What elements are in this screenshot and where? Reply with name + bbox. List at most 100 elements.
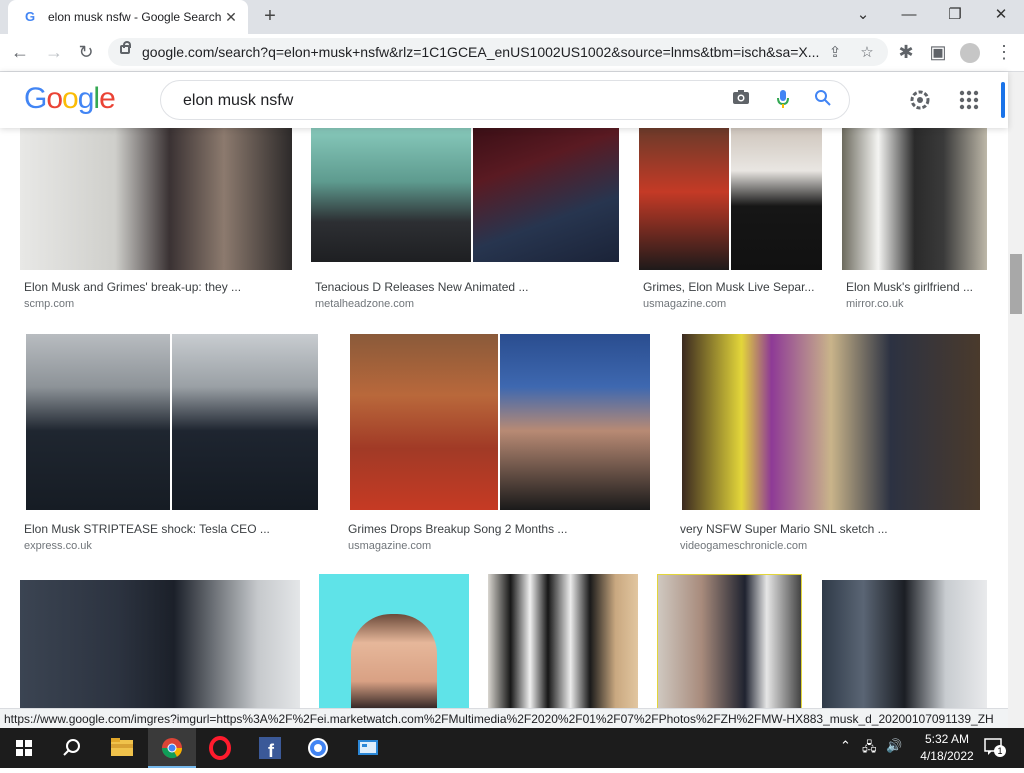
share-icon[interactable]: ⇪ (824, 42, 846, 64)
control-panel-icon[interactable] (344, 728, 392, 768)
search-icon[interactable] (811, 89, 835, 113)
lock-icon (120, 41, 131, 54)
image-result[interactable] (822, 580, 987, 708)
result-caption[interactable]: Tenacious D Releases New Animated ... (315, 280, 615, 294)
chrome-taskbar-icon[interactable] (148, 728, 196, 768)
taskbar-clock[interactable]: 5:32 AM 4/18/2022 (912, 731, 982, 765)
side-panel-icon[interactable]: ▣ (924, 38, 952, 66)
vertical-scrollbar[interactable] (1008, 72, 1024, 708)
extensions-puzzle-icon[interactable]: ✱ (892, 38, 920, 66)
result-caption[interactable]: very NSFW Super Mario SNL sketch ... (680, 522, 980, 536)
image-result[interactable] (657, 574, 802, 708)
logo-letter: e (99, 82, 116, 115)
volume-icon[interactable]: 🔊 (886, 738, 902, 754)
image-result[interactable] (20, 580, 300, 708)
back-arrow-icon[interactable]: ← (6, 38, 34, 66)
image-result[interactable]: Elon Musk's girlfriend ... mirror.co.uk (842, 128, 987, 318)
status-url: https://www.google.com/imgres?imgurl=htt… (4, 712, 994, 726)
tab-strip: G elon musk nsfw - Google Search ✕ + ⌄ —… (0, 0, 1024, 34)
svg-text:f: f (268, 741, 275, 761)
browser-tab[interactable]: G elon musk nsfw - Google Search ✕ (8, 0, 248, 34)
network-icon[interactable]: 🖧 (862, 738, 877, 760)
scroll-right-arrow-icon[interactable] (1008, 708, 1024, 728)
result-source[interactable]: usmagazine.com (643, 298, 726, 310)
result-source[interactable]: mirror.co.uk (846, 298, 903, 310)
image-result[interactable]: very NSFW Super Mario SNL sketch ... vid… (676, 334, 988, 554)
address-bar[interactable]: google.com/search?q=elon+musk+nsfw&rlz=1… (108, 38, 888, 66)
google-favicon-icon: G (24, 9, 36, 24)
sign-in-button[interactable] (1001, 82, 1005, 118)
result-caption[interactable]: Grimes, Elon Musk Live Separ... (643, 280, 819, 294)
opera-icon[interactable] (196, 728, 244, 768)
close-tab-icon[interactable]: ✕ (222, 8, 240, 26)
start-button[interactable] (0, 728, 48, 768)
forward-arrow-icon[interactable]: → (40, 38, 68, 66)
reload-icon[interactable]: ↻ (72, 38, 100, 66)
image-result[interactable]: Grimes, Elon Musk Live Separ... usmagazi… (639, 128, 822, 318)
restore-button[interactable]: ❐ (932, 0, 978, 30)
camera-icon[interactable] (729, 89, 753, 113)
show-hidden-icons-icon[interactable]: ⌃ (840, 738, 851, 754)
result-caption[interactable]: Elon Musk and Grimes' break-up: they ... (24, 280, 286, 294)
browser-toolbar: ← → ↻ google.com/search?q=elon+musk+nsfw… (0, 34, 1024, 72)
image-result[interactable]: Elon Musk STRIPTEASE shock: Tesla CEO ..… (20, 334, 320, 554)
new-tab-button[interactable]: + (258, 5, 282, 29)
scrollbar-thumb[interactable] (1010, 254, 1022, 314)
chrome-beta-icon[interactable] (294, 728, 342, 768)
notification-count-badge: 1 (994, 745, 1006, 757)
logo-letter: G (24, 82, 47, 115)
result-thumbnail[interactable] (822, 580, 987, 708)
profile-avatar[interactable] (960, 43, 980, 63)
image-result[interactable] (488, 574, 638, 708)
status-bar: https://www.google.com/imgres?imgurl=htt… (0, 708, 1008, 729)
google-apps-icon[interactable] (958, 89, 980, 111)
result-thumbnail[interactable] (676, 334, 988, 510)
clock-date: 4/18/2022 (920, 749, 974, 763)
result-thumbnail[interactable] (20, 128, 292, 270)
image-result[interactable] (319, 574, 469, 708)
image-result[interactable]: Elon Musk and Grimes' break-up: they ...… (20, 128, 292, 318)
minimize-button[interactable]: — (886, 0, 932, 30)
result-source[interactable]: metalheadzone.com (315, 298, 414, 310)
result-thumbnail[interactable] (20, 334, 320, 510)
result-thumbnail[interactable] (657, 574, 802, 708)
image-result[interactable]: Grimes Drops Breakup Song 2 Months ... u… (344, 334, 654, 554)
logo-letter: g (77, 82, 95, 115)
result-thumbnail[interactable] (842, 128, 987, 270)
settings-gear-icon[interactable] (906, 86, 934, 114)
windows-taskbar: f ⌃ 🖧 🔊 5:32 AM 4/18/2022 1 (0, 728, 1024, 768)
result-caption[interactable]: Elon Musk's girlfriend ... (846, 280, 984, 294)
clock-time: 5:32 AM (924, 732, 970, 746)
result-source[interactable]: scmp.com (24, 298, 74, 310)
result-source[interactable]: usmagazine.com (348, 540, 431, 552)
result-thumbnail[interactable] (311, 128, 619, 262)
google-logo[interactable]: Google (24, 82, 116, 116)
search-icon[interactable] (48, 728, 96, 768)
google-header: Google (0, 72, 1008, 128)
image-result[interactable]: Tenacious D Releases New Animated ... me… (311, 128, 619, 318)
notification-center-icon[interactable]: 1 (984, 738, 1006, 757)
image-results-grid: Elon Musk and Grimes' break-up: they ...… (0, 128, 1008, 708)
bookmark-star-icon[interactable]: ☆ (856, 42, 878, 64)
search-input[interactable] (181, 90, 705, 112)
facebook-icon[interactable]: f (246, 728, 294, 768)
result-caption[interactable]: Elon Musk STRIPTEASE shock: Tesla CEO ..… (24, 522, 314, 536)
result-thumbnail[interactable] (488, 574, 638, 708)
tab-search-icon[interactable]: ⌄ (840, 0, 886, 30)
tab-title: elon musk nsfw - Google Search (48, 10, 222, 24)
result-source[interactable]: express.co.uk (24, 540, 92, 552)
result-thumbnail[interactable] (20, 580, 300, 708)
result-thumbnail[interactable] (344, 334, 654, 510)
result-thumbnail[interactable] (319, 574, 469, 708)
search-box (160, 80, 850, 120)
close-window-button[interactable]: ✕ (978, 0, 1024, 30)
address-url[interactable]: google.com/search?q=elon+musk+nsfw&rlz=1… (142, 44, 822, 60)
logo-letter: o (62, 82, 79, 115)
result-thumbnail[interactable] (639, 128, 822, 270)
result-source[interactable]: videogameschronicle.com (680, 540, 807, 552)
file-explorer-icon[interactable] (98, 728, 146, 768)
result-caption[interactable]: Grimes Drops Breakup Song 2 Months ... (348, 522, 648, 536)
microphone-icon[interactable] (771, 89, 795, 113)
menu-kebab-icon[interactable]: ⋮ (990, 38, 1018, 66)
logo-letter: o (46, 82, 63, 115)
